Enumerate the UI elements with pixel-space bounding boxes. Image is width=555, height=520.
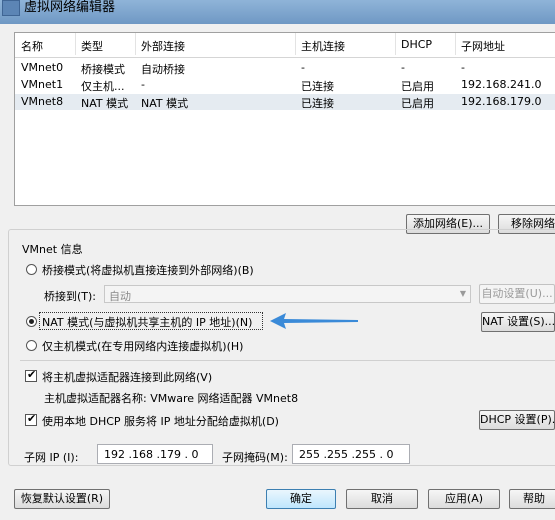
restore-defaults-button[interactable]: 恢复默认设置(R) [14, 489, 110, 509]
cell-dhcp: 已启用 [401, 97, 434, 110]
bridged-mode-label[interactable]: 桥接模式(将虚拟机直接连接到外部网络)(B) [42, 262, 254, 278]
cell-subnet: - [461, 61, 465, 74]
col-divider [135, 33, 136, 55]
cell-subnet: 192.168.179.0 [461, 95, 542, 108]
col-divider [75, 33, 76, 55]
host-only-label[interactable]: 仅主机模式(在专用网络内连接虚拟机)(H) [42, 338, 243, 354]
auto-settings-button[interactable]: 自动设置(U)... [479, 284, 555, 304]
cell-external: NAT 模式 [141, 97, 189, 110]
nat-settings-button[interactable]: NAT 设置(S)... [481, 312, 555, 332]
host-only-radio[interactable] [26, 340, 37, 351]
bridge-to-label: 桥接到(T): [44, 290, 97, 303]
cell-dhcp: - [401, 61, 405, 74]
subnet-ip-input[interactable]: 192 .168 .179 . 0 [97, 444, 213, 464]
dialog-content: 名称 类型 外部连接 主机连接 DHCP 子网地址 VMnet0 桥接模式 自动… [0, 24, 555, 520]
cell-external: - [141, 78, 145, 91]
subnet-mask-value: 255 .255 .255 . 0 [299, 448, 394, 461]
cell-host: 已连接 [301, 97, 334, 110]
cell-name: VMnet1 [21, 78, 64, 91]
table-row-selected[interactable]: VMnet8 NAT 模式 NAT 模式 已连接 已启用 192.168.179… [15, 94, 555, 110]
col-header-subnet[interactable]: 子网地址 [461, 38, 505, 54]
connect-adapter-checkbox[interactable]: ✔ [25, 368, 37, 382]
bridged-mode-radio[interactable] [26, 264, 37, 275]
cell-name: VMnet8 [21, 95, 64, 108]
dhcp-label[interactable]: 使用本地 DHCP 服务将 IP 地址分配给虚拟机(D) [42, 413, 279, 429]
cell-type: 桥接模式 [81, 63, 125, 76]
cell-external: 自动桥接 [141, 63, 185, 76]
col-header-name[interactable]: 名称 [21, 38, 43, 54]
title-bar: 虚拟网络编辑器 [0, 0, 555, 24]
subnet-ip-label: 子网 IP (I): [24, 451, 79, 464]
subnet-mask-label: 子网掩码(M): [222, 451, 288, 464]
cell-type: 仅主机... [81, 80, 125, 93]
connect-adapter-label[interactable]: 将主机虚拟适配器连接到此网络(V) [42, 369, 212, 385]
bridge-to-select[interactable]: 自动 ▼ [104, 285, 471, 303]
apply-button[interactable]: 应用(A) [428, 489, 500, 509]
cell-dhcp: 已启用 [401, 80, 434, 93]
network-table[interactable]: 名称 类型 外部连接 主机连接 DHCP 子网地址 VMnet0 桥接模式 自动… [14, 32, 555, 206]
ok-button[interactable]: 确定 [266, 489, 336, 509]
table-row[interactable]: VMnet0 桥接模式 自动桥接 - - - [15, 60, 555, 76]
nat-mode-label[interactable]: NAT 模式(与虚拟机共享主机的 IP 地址)(N) [42, 314, 252, 330]
nat-mode-radio[interactable] [26, 316, 37, 327]
cell-host: 已连接 [301, 80, 334, 93]
cell-type: NAT 模式 [81, 97, 129, 110]
cancel-button[interactable]: 取消 [346, 489, 418, 509]
adapter-name-label: 主机虚拟适配器名称: VMware 网络适配器 VMnet8 [44, 392, 299, 405]
col-header-dhcp[interactable]: DHCP [401, 38, 432, 51]
checkmark-icon: ✔ [27, 412, 37, 425]
col-divider [455, 33, 456, 55]
checkmark-icon: ✔ [27, 368, 37, 381]
chevron-down-icon: ▼ [459, 289, 466, 298]
col-divider [395, 33, 396, 55]
window-title: 虚拟网络编辑器 [24, 0, 116, 15]
table-row[interactable]: VMnet1 仅主机... - 已连接 已启用 192.168.241.0 [15, 77, 555, 93]
help-button[interactable]: 帮助 [509, 489, 555, 509]
bridge-to-value: 自动 [109, 290, 131, 303]
dhcp-settings-button[interactable]: DHCP 设置(P)... [479, 410, 555, 430]
app-icon [2, 0, 20, 16]
table-header: 名称 类型 外部连接 主机连接 DHCP 子网地址 [15, 33, 555, 58]
cell-host: - [301, 61, 305, 74]
vmnet-info-title: VMnet 信息 [20, 241, 85, 257]
radio-selected-dot [29, 319, 34, 324]
subnet-mask-input[interactable]: 255 .255 .255 . 0 [292, 444, 410, 464]
subnet-ip-value: 192 .168 .179 . 0 [104, 448, 199, 461]
cell-subnet: 192.168.241.0 [461, 78, 542, 91]
arrow-annotation-icon [270, 313, 358, 329]
dhcp-checkbox[interactable]: ✔ [25, 412, 37, 426]
col-header-host[interactable]: 主机连接 [301, 38, 345, 54]
col-divider [295, 33, 296, 55]
cell-name: VMnet0 [21, 61, 64, 74]
col-header-external[interactable]: 外部连接 [141, 38, 185, 54]
separator [20, 360, 555, 361]
col-header-type[interactable]: 类型 [81, 38, 103, 54]
